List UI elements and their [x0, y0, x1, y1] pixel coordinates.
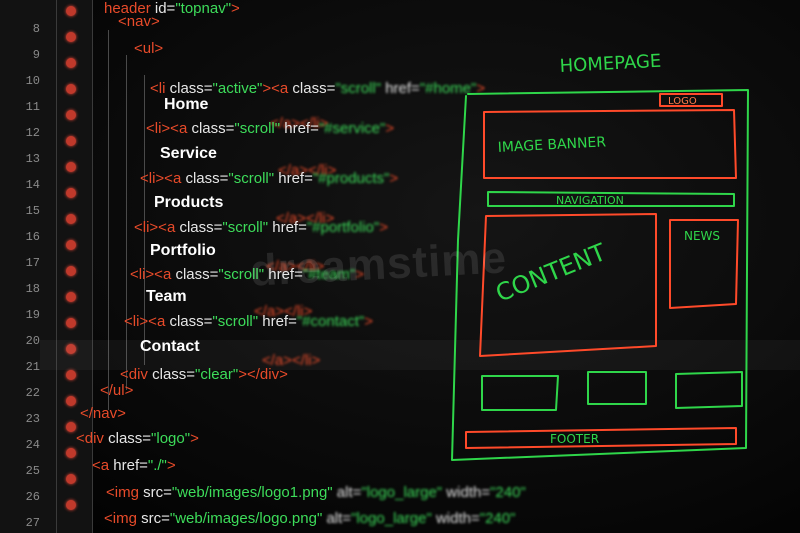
feature-box — [675, 371, 743, 409]
feature-box — [481, 375, 559, 411]
navigation-label: NAVIGATION — [556, 194, 624, 207]
sketch-title: HOMEPAGE — [559, 51, 662, 77]
code-editor-screen: 8 9 10 11 12 13 14 15 16 17 18 19 20 21 22 23 24 25 26 27 h… — [0, 0, 800, 533]
banner-label: IMAGE BANNER — [497, 134, 606, 156]
logo-label: LOGO — [668, 96, 697, 107]
footer-box — [465, 427, 737, 449]
content-label: CONTENT — [492, 238, 610, 308]
footer-label: FOOTER — [550, 432, 599, 446]
feature-box — [587, 371, 647, 405]
news-label: NEWS — [684, 229, 720, 243]
